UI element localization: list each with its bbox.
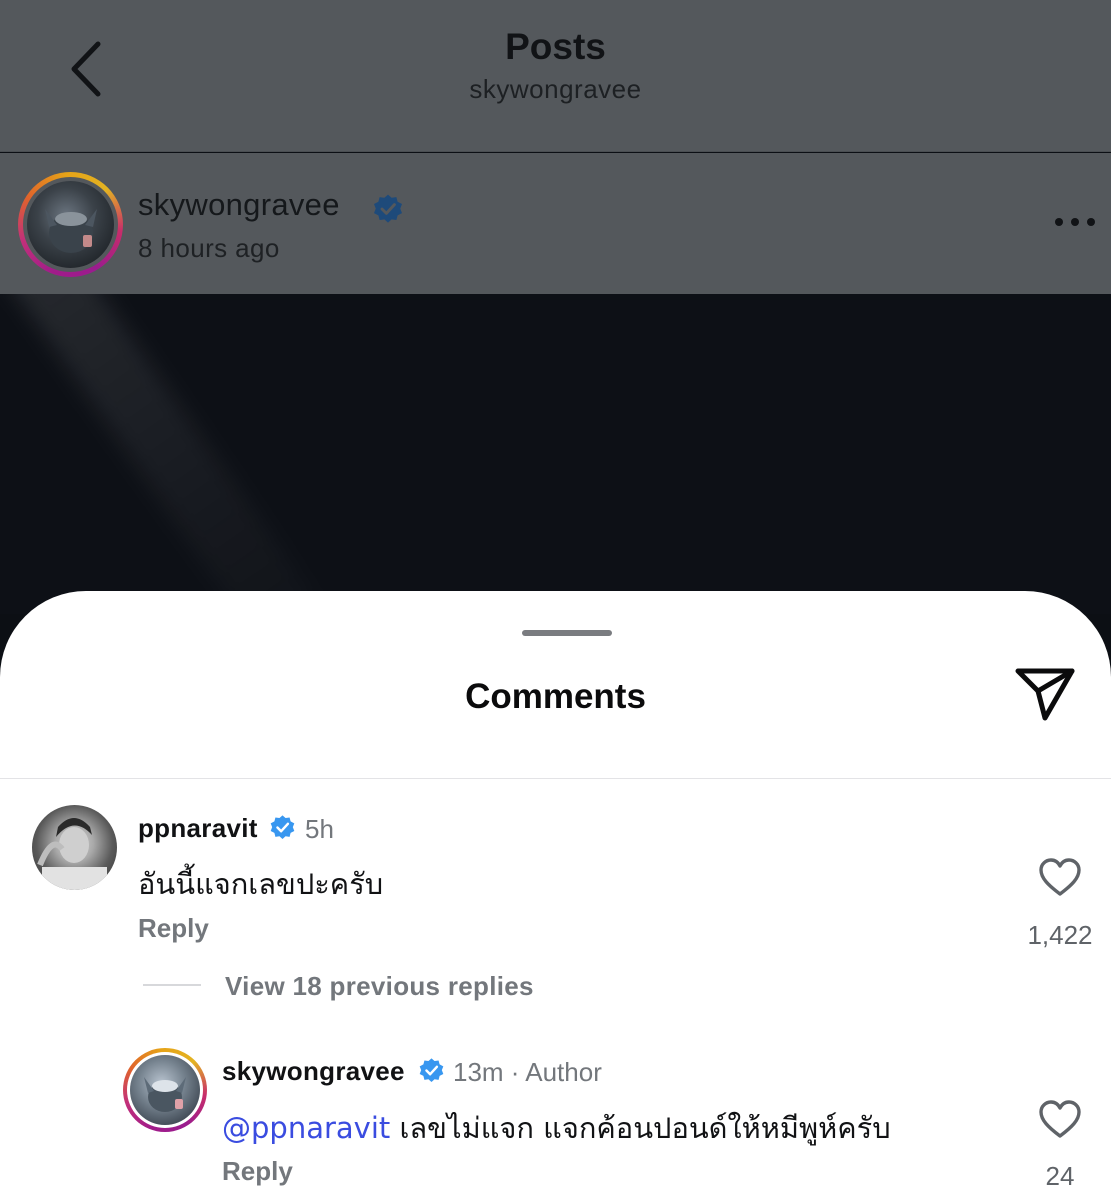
page-subtitle: skywongravee	[469, 74, 642, 104]
reply-username[interactable]: skywongravee	[222, 1056, 405, 1087]
verified-badge-icon	[374, 194, 402, 223]
more-horizontal-icon	[1055, 218, 1095, 226]
verified-badge-icon	[419, 1058, 444, 1082]
share-button[interactable]	[1012, 663, 1078, 723]
page-title: Posts	[505, 26, 606, 67]
sheet-divider	[0, 778, 1111, 779]
top-navigation-bar: Posts skywongravee	[0, 0, 1111, 152]
reply-text: @ppnaravit เลขไม่แจก แจกค้อนปอนด์ให้หมีพ…	[222, 1105, 891, 1151]
heart-outline-icon[interactable]	[1038, 1099, 1082, 1139]
reply-author-avatar[interactable]	[123, 1048, 207, 1132]
avatar-image	[130, 1055, 200, 1125]
comment-username[interactable]: ppnaravit	[138, 813, 258, 844]
send-icon	[1015, 668, 1075, 721]
comment-timestamp: 5h	[305, 814, 334, 844]
heart-outline-icon[interactable]	[1038, 857, 1082, 897]
sheet-grabber[interactable]	[522, 630, 612, 636]
post-header: skywongravee 8 hours ago	[0, 153, 1111, 294]
comment-text: อันนี้แจกเลขปะครับ	[138, 867, 384, 901]
verified-badge-icon	[270, 815, 295, 839]
replies-divider-line	[143, 984, 201, 986]
instagram-post-screen: Posts skywongravee skywongravee 8 hours …	[0, 0, 1111, 1200]
like-count: 1,422	[1027, 920, 1093, 950]
post-timestamp: 8 hours ago	[138, 233, 280, 263]
commenter-avatar[interactable]	[32, 805, 117, 890]
reply-button[interactable]: Reply	[138, 913, 209, 944]
post-author-username[interactable]: skywongravee	[138, 187, 340, 223]
reply-timestamp: 13m · Author	[453, 1057, 602, 1087]
reply-body: เลขไม่แจก แจกค้อนปอนด์ให้หมีพูห์ครับ	[390, 1111, 891, 1145]
reply-button[interactable]: Reply	[222, 1156, 293, 1187]
more-options-button[interactable]	[1052, 211, 1098, 233]
comments-title: Comments	[465, 677, 646, 716]
avatar-image	[27, 181, 114, 268]
comments-sheet: Comments ppnaravit 5h อันนี้แจกเลขปะครับ…	[0, 591, 1111, 1200]
mention-link[interactable]: @ppnaravit	[222, 1111, 390, 1145]
author-avatar[interactable]	[18, 172, 123, 277]
like-count: 24	[1045, 1161, 1075, 1191]
post-media[interactable]	[0, 294, 1111, 614]
view-previous-replies-button[interactable]: View 18 previous replies	[225, 971, 534, 1002]
